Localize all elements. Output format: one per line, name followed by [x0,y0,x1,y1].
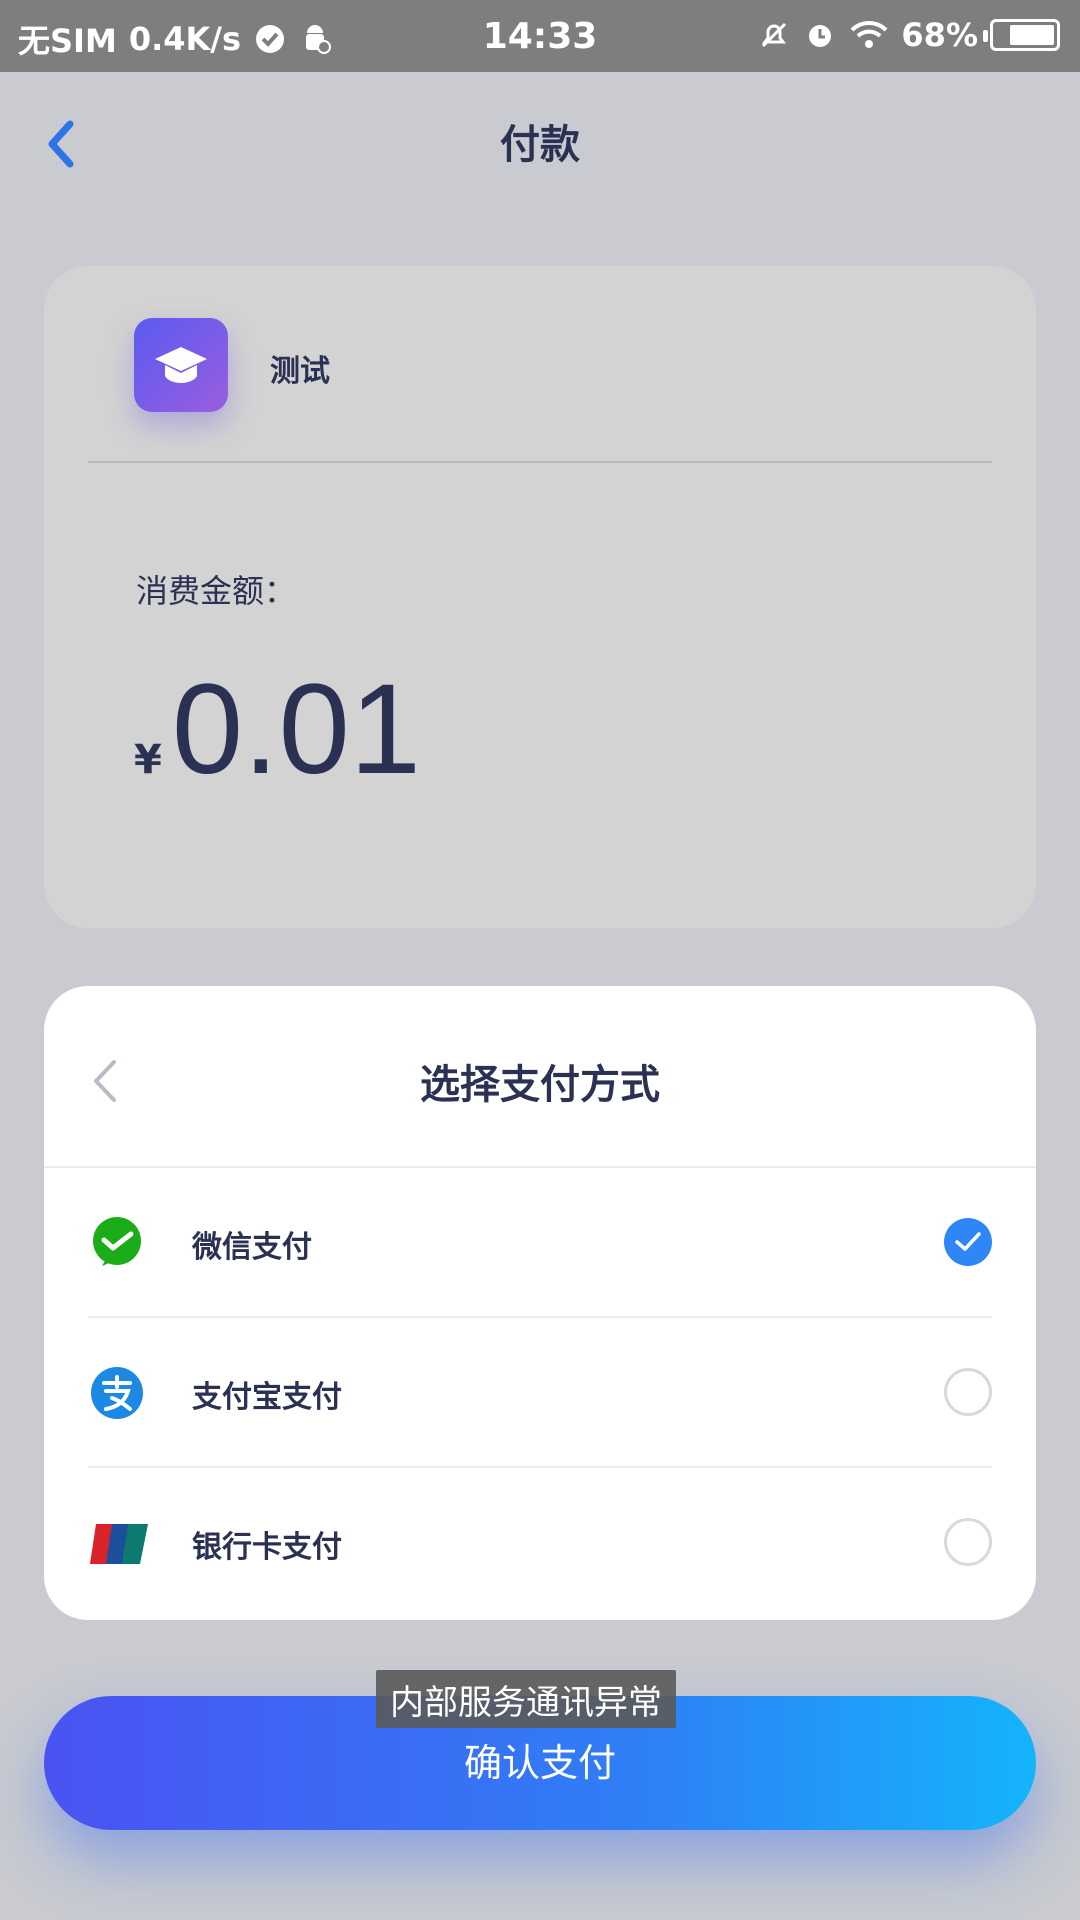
mute-bell-icon [762,22,787,48]
sheet-header: 选择支付方式 [44,986,1036,1168]
error-toast: 内部服务通讯异常 [376,1670,676,1728]
page-title: 付款 [500,122,580,168]
radio-unchecked[interactable] [944,1368,992,1416]
status-bar: 无SIM 0.4K/s 14:33 68% [0,0,1080,72]
wechat-pay-icon [93,1217,141,1266]
merchant-name: 测试 [270,354,330,389]
alarm-icon [809,25,832,47]
check-icon [955,1232,981,1251]
header: 付款 [0,72,1080,212]
payment-option-wechat[interactable]: 微信支付 [44,1168,1036,1318]
merchant-logo [134,318,228,412]
radio-checked[interactable] [944,1218,992,1266]
amount-card: 测试 消费金额： ¥ 0.01 [44,266,1036,928]
graduation-cap-icon [155,347,207,383]
divider [88,461,992,463]
radio-unchecked[interactable] [944,1518,992,1566]
payment-option-alipay[interactable]: 支付宝支付 [44,1318,1036,1468]
payment-option-label: 银行卡支付 [192,1530,342,1565]
payment-option-label: 微信支付 [192,1230,312,1265]
amount-label: 消费金额： [136,572,297,610]
currency-symbol: ¥ [134,737,162,783]
payment-option-label: 支付宝支付 [192,1380,342,1415]
alipay-icon [91,1367,143,1419]
battery-icon [983,19,1060,51]
sheet-title: 选择支付方式 [420,1062,660,1108]
amount-row: ¥ 0.01 [134,666,421,794]
payment-method-sheet: 选择支付方式 微信支付 支付宝支付 银行卡支付 [44,986,1036,1620]
battery-percent: 68% [901,16,978,54]
payment-option-bankcard[interactable]: 银行卡支付 [44,1468,1036,1618]
wifi-icon [850,20,888,48]
unionpay-icon [90,1524,148,1564]
amount-value: 0.01 [171,658,421,801]
